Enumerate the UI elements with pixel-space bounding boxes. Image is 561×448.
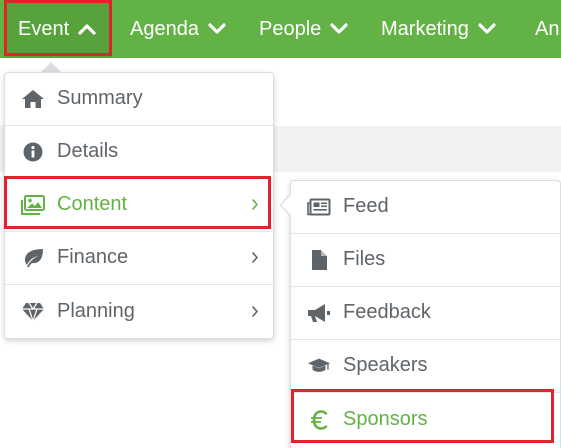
content-submenu: Feed Files Feedback Speakers Sponsors (290, 180, 561, 448)
chevron-right-icon (251, 247, 259, 270)
menu-item-label: Finance (57, 246, 129, 269)
event-dropdown-menu: Summary Details Content Finance Planning (4, 72, 274, 339)
nav-item-truncated[interactable]: An (535, 0, 559, 58)
nav-item-label: Event (18, 17, 70, 40)
graduation-cap-icon (307, 355, 331, 377)
submenu-item-speakers[interactable]: Speakers (291, 340, 560, 393)
nav-item-people[interactable]: People (259, 0, 348, 58)
menu-item-label: Sponsors (343, 407, 428, 430)
submenu-pointer-fill (281, 194, 292, 216)
nav-item-event[interactable]: Event (4, 0, 112, 58)
info-icon (21, 141, 45, 163)
file-icon (307, 249, 331, 271)
menu-item-content[interactable]: Content (5, 179, 273, 232)
nav-item-label: An (535, 17, 560, 40)
menu-item-details[interactable]: Details (5, 126, 273, 179)
nav-item-agenda[interactable]: Agenda (130, 0, 226, 58)
home-icon (21, 88, 45, 110)
menu-item-label: Feedback (343, 301, 431, 324)
chevron-down-icon (330, 18, 348, 41)
menu-item-summary[interactable]: Summary (5, 73, 273, 126)
submenu-item-files[interactable]: Files (291, 234, 560, 287)
chevron-down-icon (478, 18, 496, 41)
images-icon (21, 194, 45, 216)
nav-item-marketing[interactable]: Marketing (381, 0, 496, 58)
menu-item-label: Summary (57, 87, 143, 110)
menu-item-label: Files (343, 248, 386, 271)
menu-item-planning[interactable]: Planning (5, 285, 273, 338)
leaf-icon (21, 247, 45, 269)
newspaper-icon (307, 196, 331, 218)
chevron-right-icon (251, 194, 259, 217)
nav-item-label: Marketing (381, 17, 469, 40)
menu-item-label: Speakers (343, 354, 428, 377)
nav-item-label: People (259, 17, 322, 40)
diamond-icon (21, 301, 45, 323)
chevron-up-icon (78, 18, 96, 41)
chevron-right-icon (251, 300, 259, 323)
top-nav-bar: Event Agenda People Marketing An (0, 0, 561, 58)
menu-item-label: Details (57, 140, 119, 163)
menu-item-label: Planning (57, 299, 135, 322)
submenu-item-sponsors[interactable]: Sponsors (291, 393, 560, 446)
submenu-item-feedback[interactable]: Feedback (291, 287, 560, 340)
euro-icon (307, 409, 331, 431)
nav-item-label: Agenda (130, 17, 199, 40)
submenu-item-feed[interactable]: Feed (291, 181, 560, 234)
menu-item-label: Content (57, 193, 128, 216)
menu-item-label: Feed (343, 195, 389, 218)
menu-item-finance[interactable]: Finance (5, 232, 273, 285)
chevron-down-icon (208, 18, 226, 41)
megaphone-icon (307, 302, 331, 324)
